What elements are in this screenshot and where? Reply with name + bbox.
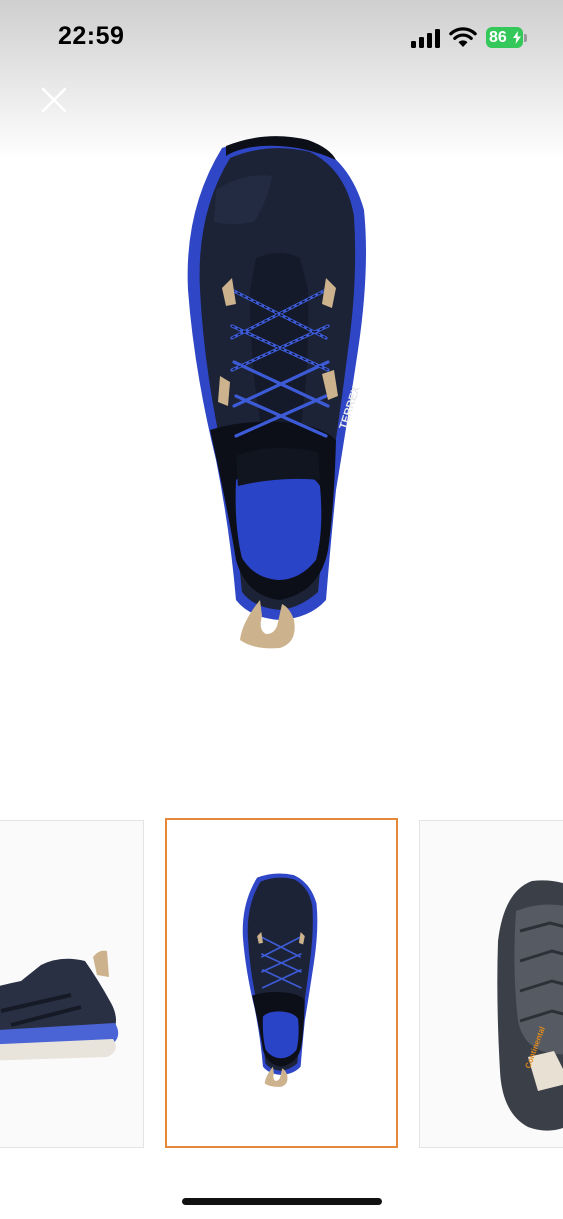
status-time: 22:59 (58, 22, 125, 50)
thumbnail-strip: Continental (0, 818, 563, 1150)
battery-level: 86 (489, 29, 507, 46)
thumbnail-top-view-selected[interactable] (165, 818, 398, 1148)
battery-charging-icon: 86 (486, 27, 528, 48)
shoe-side-image (0, 950, 119, 1061)
thumbnail-sole-view[interactable]: Continental (419, 820, 563, 1148)
close-icon[interactable] (38, 84, 70, 116)
signal-icon (411, 29, 440, 48)
shoe-top-image (242, 873, 318, 1087)
product-image: TERREX (187, 136, 366, 649)
status-bar: 22:59 86 (0, 0, 563, 70)
shoe-sole-image: Continental (497, 880, 563, 1131)
bolt-icon (513, 31, 521, 44)
battery-cap (524, 34, 527, 42)
thumbnail-side-view[interactable] (0, 820, 144, 1148)
wifi-icon (449, 27, 477, 47)
home-indicator[interactable] (182, 1198, 382, 1205)
